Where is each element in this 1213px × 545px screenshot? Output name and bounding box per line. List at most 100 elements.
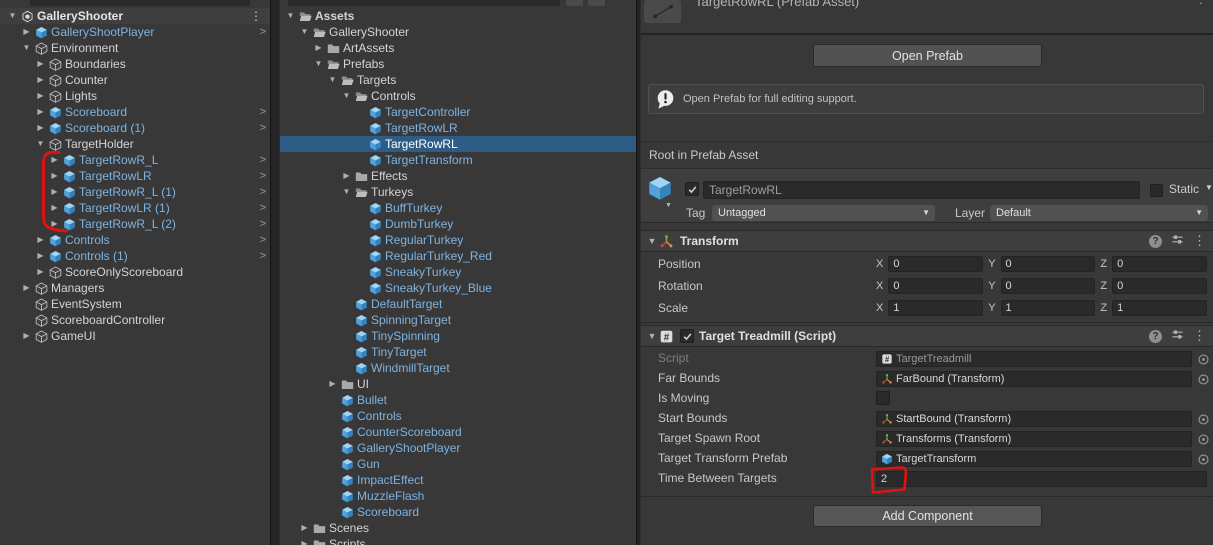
foldout-arrow[interactable]: ▶ (298, 520, 311, 536)
foldout-arrow[interactable]: ▶ (48, 168, 61, 184)
project-item-galleryshooter[interactable]: ▼GalleryShooter (280, 24, 636, 40)
hierarchy-item-targetrowr-l-1[interactable]: ▶TargetRowR_L (1)> (0, 184, 270, 200)
hierarchy-item-targetrowlr-1[interactable]: ▶TargetRowLR (1)> (0, 200, 270, 216)
foldout-arrow[interactable]: ▶ (298, 536, 311, 545)
hierarchy-item-managers[interactable]: ▶Managers (0, 280, 270, 296)
open-prefab-chevron-icon[interactable]: > (260, 200, 266, 216)
foldout-arrow[interactable]: ▶ (326, 376, 339, 392)
presets-icon[interactable] (1171, 328, 1184, 344)
foldout-arrow[interactable]: ▶ (20, 24, 33, 40)
open-prefab-chevron-icon[interactable]: > (260, 120, 266, 136)
project-item-counterscoreboard[interactable]: CounterScoreboard (280, 424, 636, 440)
far-bounds-object-field[interactable]: FarBound (Transform) (876, 371, 1192, 387)
foldout-arrow[interactable]: ▼ (645, 331, 659, 341)
project-item-bullet[interactable]: Bullet (280, 392, 636, 408)
open-prefab-chevron-icon[interactable]: > (260, 168, 266, 184)
foldout-arrow[interactable]: ▶ (34, 88, 47, 104)
help-icon[interactable]: ? (1149, 235, 1162, 248)
object-picker-icon[interactable] (1197, 373, 1210, 386)
hierarchy-item-counter[interactable]: ▶Counter (0, 72, 270, 88)
project-item-prefabs[interactable]: ▼Prefabs (280, 56, 636, 72)
open-prefab-chevron-icon[interactable]: > (260, 216, 266, 232)
open-prefab-chevron-icon[interactable]: > (260, 184, 266, 200)
hierarchy-item-targetrowlr[interactable]: ▶TargetRowLR> (0, 168, 270, 184)
project-item-windmilltarget[interactable]: WindmillTarget (280, 360, 636, 376)
hierarchy-item-scoreboard-1[interactable]: ▶Scoreboard (1)> (0, 120, 270, 136)
project-item-targetcontroller[interactable]: TargetController (280, 104, 636, 120)
foldout-arrow[interactable]: ▼ (298, 24, 311, 40)
open-prefab-chevron-icon[interactable]: > (260, 248, 266, 264)
project-toolbar-button-cutoff[interactable] (588, 0, 605, 6)
project-item-dumbturkey[interactable]: DumbTurkey (280, 216, 636, 232)
foldout-arrow[interactable]: ▶ (34, 232, 47, 248)
transform-component-header[interactable]: ▼ Transform ? ⋮ (641, 230, 1213, 252)
foldout-arrow[interactable]: ▶ (34, 248, 47, 264)
project-item-scripts[interactable]: ▶Scripts (280, 536, 636, 545)
project-item-sneakyturkey-blue[interactable]: SneakyTurkey_Blue (280, 280, 636, 296)
hierarchy-item-controls-1[interactable]: ▶Controls (1)> (0, 248, 270, 264)
foldout-arrow[interactable]: ▶ (48, 152, 61, 168)
open-prefab-chevron-icon[interactable]: > (260, 232, 266, 248)
tag-dropdown[interactable]: Untagged▼ (712, 205, 935, 221)
foldout-arrow[interactable]: ▶ (34, 72, 47, 88)
start-bounds-object-field[interactable]: StartBound (Transform) (876, 411, 1192, 427)
hierarchy-item-scoreonlyscoreboard[interactable]: ▶ScoreOnlyScoreboard (0, 264, 270, 280)
foldout-arrow[interactable]: ▼ (34, 136, 47, 152)
hierarchy-item-boundaries[interactable]: ▶Boundaries (0, 56, 270, 72)
object-picker-icon[interactable] (1197, 413, 1210, 426)
project-item-tinyspinning[interactable]: TinySpinning (280, 328, 636, 344)
project-item-regularturkey-red[interactable]: RegularTurkey_Red (280, 248, 636, 264)
component-menu-icon[interactable]: ⋮ (1193, 328, 1206, 344)
project-item-galleryshootplayer[interactable]: GalleryShootPlayer (280, 440, 636, 456)
foldout-arrow[interactable]: ▼ (284, 8, 297, 24)
project-search-field-cutoff[interactable] (288, 0, 560, 6)
hierarchy-item-scoreboard[interactable]: ▶Scoreboard> (0, 104, 270, 120)
scale-y-field[interactable]: 1 (1001, 300, 1096, 316)
project-item-turkeys[interactable]: ▼Turkeys (280, 184, 636, 200)
hierarchy-item-scoreboardcontroller[interactable]: ScoreboardController (0, 312, 270, 328)
time-between-targets-field[interactable]: 2 (876, 471, 1207, 487)
foldout-arrow[interactable]: ▼ (326, 72, 339, 88)
name-field[interactable]: TargetRowRL (703, 181, 1140, 199)
foldout-arrow[interactable]: ▶ (48, 184, 61, 200)
component-enabled-checkbox[interactable] (680, 329, 694, 343)
active-checkbox[interactable] (685, 182, 699, 196)
object-picker-icon[interactable] (1197, 453, 1210, 466)
position-y-field[interactable]: 0 (1001, 256, 1096, 272)
hierarchy-item-targetrowr-l-2[interactable]: ▶TargetRowR_L (2)> (0, 216, 270, 232)
presets-icon[interactable] (1171, 233, 1184, 249)
hierarchy-item-environment[interactable]: ▼Environment (0, 40, 270, 56)
gameobject-icon[interactable] (647, 175, 675, 203)
icon-picker-arrow[interactable]: ▼ (665, 202, 672, 209)
foldout-arrow[interactable]: ▼ (645, 236, 659, 246)
project-item-ui[interactable]: ▶UI (280, 376, 636, 392)
project-item-artassets[interactable]: ▶ArtAssets (280, 40, 636, 56)
foldout-arrow[interactable]: ▶ (34, 56, 47, 72)
hierarchy-item-gameui[interactable]: ▶GameUI (0, 328, 270, 344)
project-item-gun[interactable]: Gun (280, 456, 636, 472)
foldout-arrow[interactable]: ▶ (34, 104, 47, 120)
open-prefab-chevron-icon[interactable]: > (260, 152, 266, 168)
project-item-controls[interactable]: ▼Controls (280, 88, 636, 104)
project-item-targetrowrl[interactable]: TargetRowRL (280, 136, 636, 152)
static-dropdown-arrow[interactable]: ▼ (1205, 183, 1213, 192)
foldout-arrow[interactable]: ▶ (312, 40, 325, 56)
hierarchy-item-eventsystem[interactable]: EventSystem (0, 296, 270, 312)
position-x-field[interactable]: 0 (888, 256, 983, 272)
target-spawn-root-object-field[interactable]: Transforms (Transform) (876, 431, 1192, 447)
foldout-arrow[interactable]: ▶ (340, 168, 353, 184)
scale-x-field[interactable]: 1 (888, 300, 983, 316)
project-item-targettransform[interactable]: TargetTransform (280, 152, 636, 168)
rotation-x-field[interactable]: 0 (888, 278, 983, 294)
hierarchy-options-icon[interactable]: ⋮ (250, 9, 262, 24)
project-toolbar-button-cutoff[interactable] (566, 0, 583, 6)
project-item-buffturkey[interactable]: BuffTurkey (280, 200, 636, 216)
foldout-arrow[interactable]: ▶ (20, 280, 33, 296)
object-picker-icon[interactable] (1197, 433, 1210, 446)
project-item-muzzleflash[interactable]: MuzzleFlash (280, 488, 636, 504)
panel-splitter[interactable] (270, 0, 280, 545)
hierarchy-item-galleryshootplayer[interactable]: ▶GalleryShootPlayer> (0, 24, 270, 40)
target-transform-prefab-object-field[interactable]: TargetTransform (876, 451, 1192, 467)
hierarchy-item-targetholder[interactable]: ▼TargetHolder (0, 136, 270, 152)
prefab-preview-thumbnail[interactable] (644, 0, 681, 23)
